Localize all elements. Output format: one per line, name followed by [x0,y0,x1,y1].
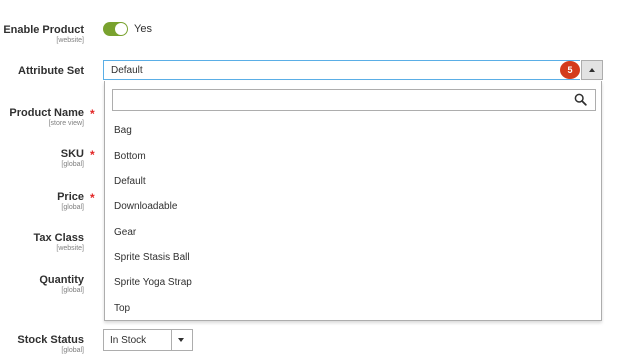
price-scope: [global] [61,204,84,211]
dropdown-option-sprite-yoga-strap[interactable]: Sprite Yoga Strap [114,277,192,288]
search-icon[interactable] [574,93,587,106]
tax-class-label: Tax Class [33,232,84,244]
dropdown-search-input[interactable] [112,89,596,111]
product-name-required-marker: * [90,107,95,121]
triangle-up-icon [589,68,595,72]
enable-product-value: Yes [134,23,152,35]
attribute-set-select[interactable]: Default [103,60,580,80]
product-name-label: Product Name [9,107,84,119]
enable-product-toggle[interactable] [103,22,128,36]
price-required-marker: * [90,191,95,205]
dropdown-option-sprite-stasis-ball[interactable]: Sprite Stasis Ball [114,252,190,263]
price-label: Price [57,191,84,203]
tax-class-scope: [website] [56,245,84,252]
dropdown-option-downloadable[interactable]: Downloadable [114,201,177,212]
dropdown-option-bottom[interactable]: Bottom [114,151,146,162]
stock-status-label: Stock Status [17,334,84,346]
sku-label: SKU [60,148,84,160]
triangle-down-icon [178,338,184,342]
stock-status-select[interactable]: In Stock [103,329,193,351]
attribute-set-toggle-button[interactable] [581,60,603,80]
attribute-set-label: Attribute Set [18,65,84,77]
sku-scope: [global] [61,161,84,168]
dropdown-option-default[interactable]: Default [114,176,146,187]
stock-status-value: In Stock [110,335,147,346]
quantity-scope: [global] [61,287,84,294]
quantity-label: Quantity [39,274,84,286]
enable-product-scope: [website] [56,37,84,44]
attribute-set-value: Default [111,65,143,76]
sku-required-marker: * [90,148,95,162]
dropdown-option-bag[interactable]: Bag [114,125,132,136]
product-name-scope: [store view] [48,120,84,127]
attribute-set-dropdown: Bag Bottom Default Downloadable Gear Spr… [104,81,602,321]
dropdown-option-top[interactable]: Top [114,303,130,314]
enable-product-label: Enable Product [3,24,84,36]
stock-status-dropdown-button[interactable] [171,330,192,350]
stock-status-scope: [global] [61,347,84,354]
toggle-knob [115,23,127,35]
step-badge: 5 [560,61,580,79]
dropdown-option-gear[interactable]: Gear [114,227,136,238]
